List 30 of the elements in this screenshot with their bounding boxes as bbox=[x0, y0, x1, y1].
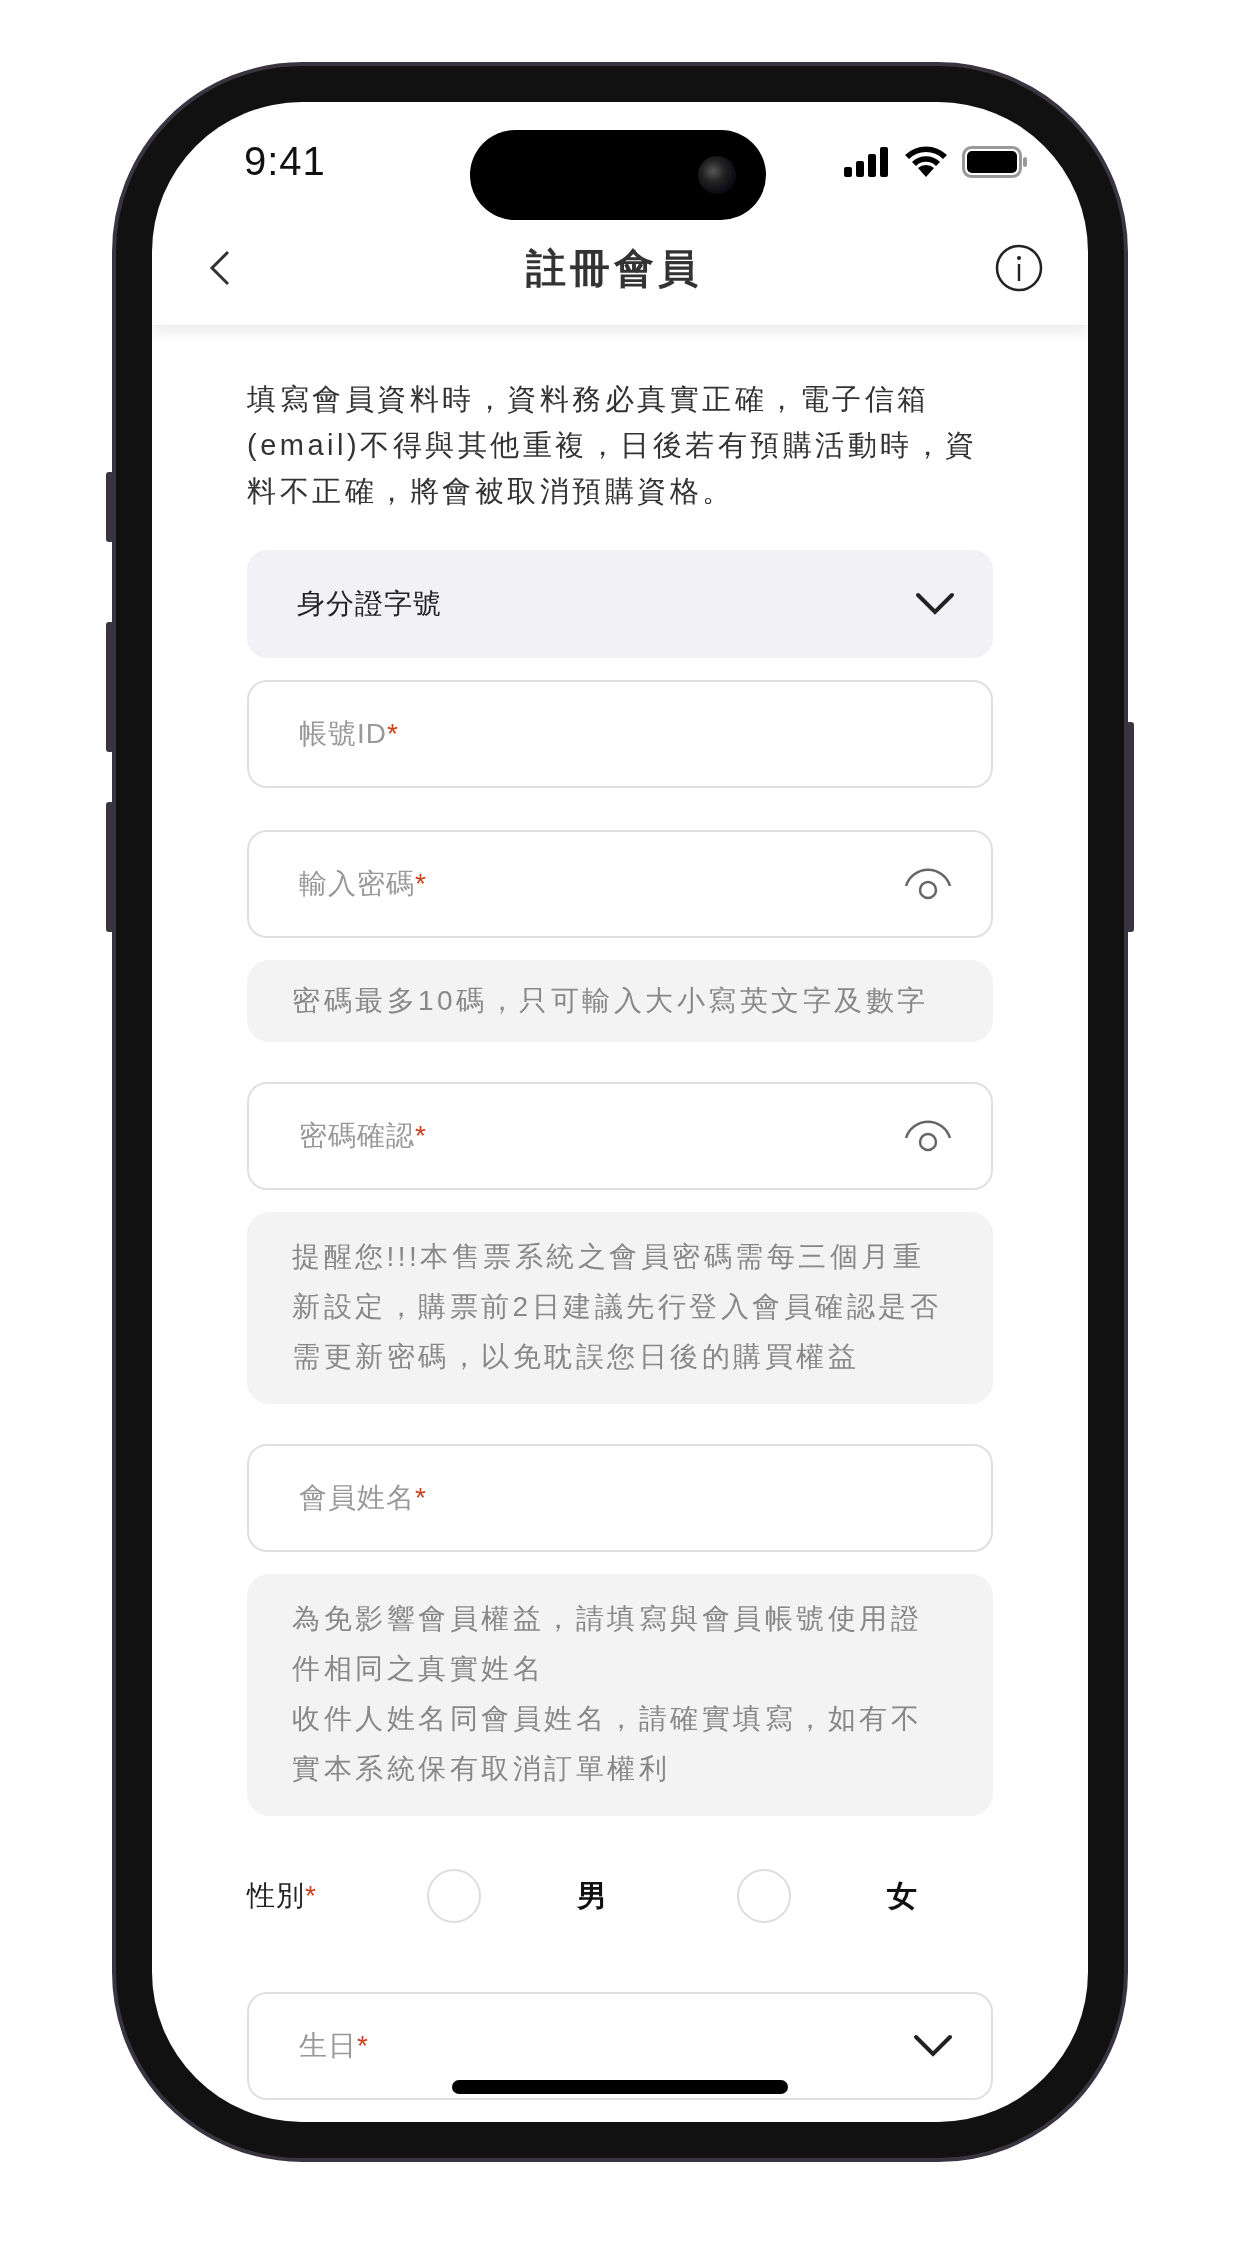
hint-text: 為免影響會員權益，請填寫與會員帳號使用證件相同之真實姓名 bbox=[292, 1602, 923, 1686]
hint-text: 提醒您!!!本售票系統之會員密碼需每三個月重新設定，購票前2日建議先行登入會員確認是否需更新密碼，以免耽誤您日後的購買權益 bbox=[292, 1240, 943, 1374]
eye-icon[interactable] bbox=[903, 1118, 953, 1154]
field-label: 輸入密碼* bbox=[299, 867, 426, 901]
field-label: 生日* bbox=[299, 2029, 368, 2063]
wifi-icon bbox=[904, 145, 948, 178]
status-time: 9:41 bbox=[244, 139, 326, 185]
password-field[interactable]: 輸入密碼* bbox=[247, 830, 993, 938]
field-label: 帳號ID* bbox=[299, 717, 398, 751]
select-field[interactable]: 生日* bbox=[247, 1992, 993, 2100]
battery-icon bbox=[962, 145, 1028, 178]
chevron-down-icon bbox=[913, 2034, 953, 2058]
radio-button[interactable] bbox=[737, 1869, 791, 1923]
input-field[interactable]: 帳號ID* bbox=[247, 680, 993, 788]
radio-button[interactable] bbox=[427, 1869, 481, 1923]
radio-label: 男 bbox=[577, 1877, 607, 1914]
radio-label: 女 bbox=[887, 1877, 917, 1914]
password-field[interactable]: 密碼確認* bbox=[247, 1082, 993, 1190]
page-title: 註冊會員 bbox=[526, 244, 702, 292]
chevron-down-icon bbox=[915, 592, 955, 616]
intro-text: 填寫會員資料時，資料務必真實正確，電子信箱(email)不得與其他重複，日後若有預購活動時，資料不正確，將會被取消預購資格。 bbox=[247, 382, 979, 509]
hint-text: 收件人姓名同會員姓名，請確實填寫，如有不實本系統保有取消訂單權利 bbox=[292, 1702, 923, 1786]
hint-text: 密碼最多10碼，只可輸入大小寫英文字及數字 bbox=[292, 984, 930, 1018]
gender-label: 性別* bbox=[247, 1879, 317, 1913]
input-field[interactable]: 會員姓名* bbox=[247, 1444, 993, 1552]
eye-icon[interactable] bbox=[903, 866, 953, 902]
select-field[interactable]: 身分證字號 bbox=[247, 550, 993, 658]
field-label: 會員姓名* bbox=[299, 1481, 426, 1515]
signal-icon bbox=[844, 146, 890, 177]
field-label: 密碼確認* bbox=[299, 1119, 426, 1153]
